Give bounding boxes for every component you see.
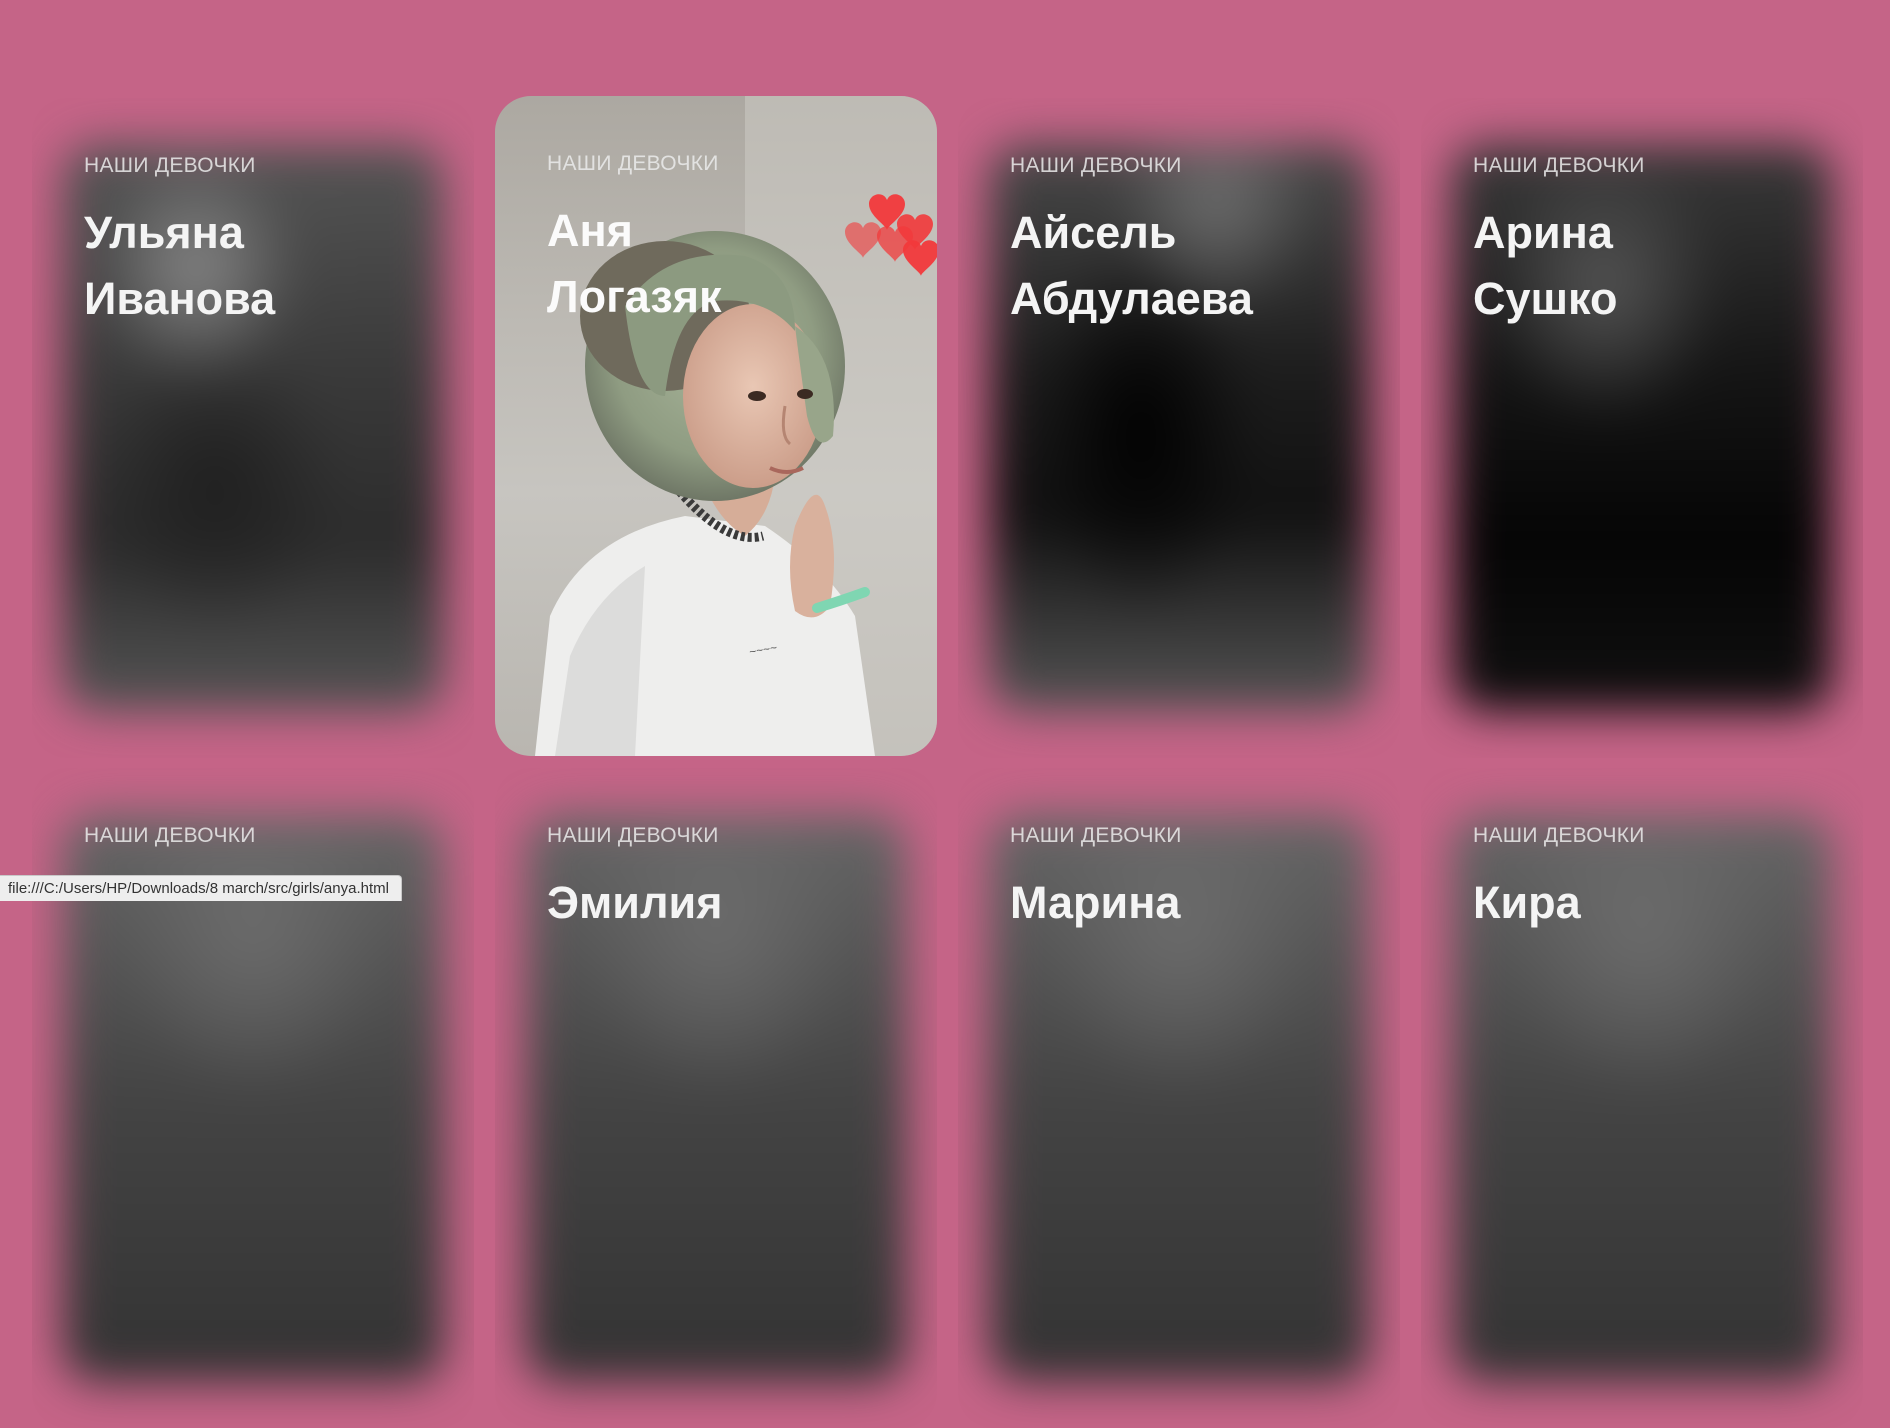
card-last-name: Иванова <box>84 273 276 324</box>
browser-status-bar: file:///C:/Users/HP/Downloads/8 march/sr… <box>0 875 402 901</box>
girl-card-6[interactable]: НАШИ ДЕВОЧКИ Эмилия <box>495 768 937 1428</box>
card-first-name: Арина <box>1473 207 1613 258</box>
card-eyebrow: НАШИ ДЕВОЧКИ <box>1473 824 1645 847</box>
card-last-name: Логазяк <box>547 271 722 322</box>
card-name: Эмилия <box>547 870 722 936</box>
card-name: Айсель Абдулаева <box>1010 200 1253 332</box>
card-eyebrow: НАШИ ДЕВОЧКИ <box>84 154 256 177</box>
card-name: Ульяна Иванова <box>84 200 275 332</box>
card-first-name: Эмилия <box>547 877 723 928</box>
girl-card-5[interactable]: НАШИ ДЕВОЧКИ <box>32 768 474 1428</box>
card-eyebrow: НАШИ ДЕВОЧКИ <box>1010 824 1182 847</box>
card-last-name: Абдулаева <box>1010 273 1253 324</box>
girls-grid: НАШИ ДЕВОЧКИ Ульяна Иванова ~~~~ НАШИ ДЕ… <box>0 0 1890 1382</box>
girl-card-2[interactable]: ~~~~ НАШИ ДЕВОЧКИ Аня Логазяк <box>495 96 937 756</box>
girl-card-4[interactable]: НАШИ ДЕВОЧКИ Арина Сушко <box>1421 98 1863 758</box>
girl-card-8[interactable]: НАШИ ДЕВОЧКИ Кира <box>1421 768 1863 1428</box>
card-first-name: Ульяна <box>84 207 244 258</box>
heart-icon <box>845 222 881 258</box>
card-eyebrow: НАШИ ДЕВОЧКИ <box>84 824 256 847</box>
card-eyebrow: НАШИ ДЕВОЧКИ <box>1473 154 1645 177</box>
card-first-name: Кира <box>1473 877 1581 928</box>
card-eyebrow: НАШИ ДЕВОЧКИ <box>547 152 719 175</box>
card-first-name: Марина <box>1010 877 1181 928</box>
girl-card-1[interactable]: НАШИ ДЕВОЧКИ Ульяна Иванова <box>32 98 474 758</box>
card-eyebrow: НАШИ ДЕВОЧКИ <box>547 824 719 847</box>
card-eyebrow: НАШИ ДЕВОЧКИ <box>1010 154 1182 177</box>
card-first-name: Айсель <box>1010 207 1177 258</box>
card-first-name: Аня <box>547 205 633 256</box>
card-name: Марина <box>1010 870 1180 936</box>
heart-icon <box>903 240 937 276</box>
card-name: Арина Сушко <box>1473 200 1617 332</box>
card-name: Кира <box>1473 870 1581 936</box>
card-name: Аня Логазяк <box>547 198 722 330</box>
girl-photo: ~~~~ <box>495 96 937 756</box>
girl-card-7[interactable]: НАШИ ДЕВОЧКИ Марина <box>958 768 1400 1428</box>
hearts-decoration <box>845 194 937 276</box>
card-last-name: Сушко <box>1473 273 1618 324</box>
girl-card-3[interactable]: НАШИ ДЕВОЧКИ Айсель Абдулаева <box>958 98 1400 758</box>
